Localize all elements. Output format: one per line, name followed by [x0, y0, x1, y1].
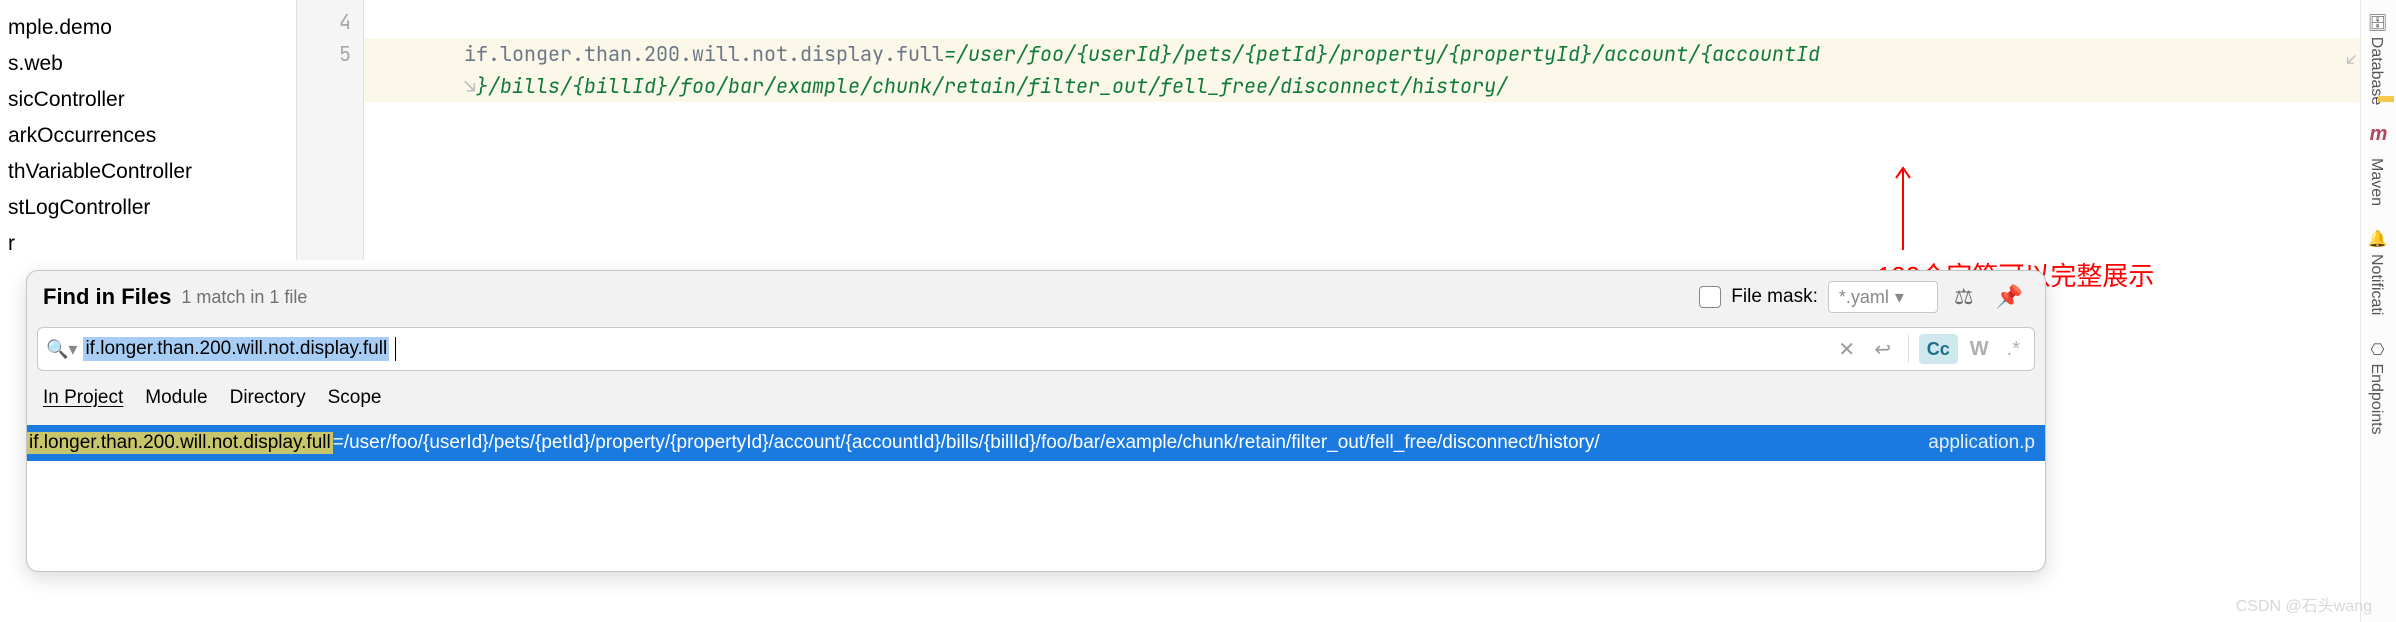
- line-number: 5: [297, 38, 351, 70]
- search-text-selected: if.longer.than.200.will.not.display.full: [83, 337, 389, 361]
- regex-button[interactable]: .*: [2001, 338, 2026, 361]
- editor-area[interactable]: if.longer.than.200.will.not.display.full…: [364, 0, 2360, 260]
- endpoints-tab[interactable]: ⎔ Endpoints: [2361, 328, 2392, 447]
- tree-item[interactable]: r: [8, 226, 290, 262]
- watermark: CSDN @石头wang: [2236, 592, 2372, 616]
- find-in-files-dialog: Find in Files 1 match in 1 file File mas…: [26, 270, 2046, 572]
- maven-tab[interactable]: Maven: [2361, 146, 2391, 218]
- scope-module[interactable]: Module: [145, 387, 207, 411]
- file-mask-combo[interactable]: *.yaml ▾: [1828, 281, 1938, 313]
- scope-tabs: In Project Module Directory Scope: [27, 377, 2045, 425]
- tree-item[interactable]: stLogController: [8, 190, 290, 226]
- whole-words-button[interactable]: W: [1964, 338, 1995, 361]
- scope-in-project[interactable]: In Project: [43, 387, 123, 411]
- database-icon: 🗄: [2368, 12, 2385, 32]
- result-file-name: application.p: [1908, 432, 2035, 454]
- code-line-wrapped[interactable]: ↘}/bills/{billId}/foo/bar/example/chunk/…: [364, 70, 2360, 102]
- endpoints-icon: ⎔: [2368, 340, 2385, 359]
- tree-item[interactable]: s.web: [8, 46, 290, 82]
- pin-icon[interactable]: 📌: [1990, 284, 2029, 310]
- match-case-button[interactable]: Cc: [1919, 334, 1958, 364]
- clear-icon[interactable]: ✕: [1832, 334, 1862, 364]
- tree-item[interactable]: sicController: [8, 82, 290, 118]
- warning-stripe[interactable]: [2378, 96, 2394, 102]
- tree-item[interactable]: mple.demo: [8, 10, 290, 46]
- results-empty-area: [27, 461, 2045, 571]
- code-line[interactable]: if.longer.than.200.will.not.display.full…: [364, 38, 2360, 70]
- project-tree[interactable]: mple.demo s.web sicController arkOccurre…: [0, 0, 290, 262]
- maven-icon: m: [2361, 117, 2396, 146]
- annotation-arrow: [1893, 160, 1913, 262]
- property-key: if.longer.than.200.will.not.display.full: [464, 41, 944, 67]
- scope-directory[interactable]: Directory: [230, 387, 306, 411]
- property-value: /user/foo/{userId}/pets/{petId}/property…: [956, 41, 1820, 67]
- history-icon[interactable]: ↩: [1868, 334, 1898, 364]
- match-count: 1 match in 1 file: [181, 287, 307, 308]
- file-mask-checkbox[interactable]: [1699, 286, 1721, 308]
- filter-icon[interactable]: ⚖: [1948, 284, 1980, 310]
- result-line-text: =/user/foo/{userId}/pets/{petId}/propert…: [333, 432, 1909, 454]
- tree-item[interactable]: thVariableController: [8, 154, 290, 190]
- search-result-row[interactable]: if.longer.than.200.will.not.display.full…: [27, 425, 2045, 461]
- tree-item[interactable]: arkOccurrences: [8, 118, 290, 154]
- line-number: 4: [297, 6, 351, 38]
- equals: =: [944, 41, 956, 67]
- property-value-cont2: /bills/{billId}/foo/bar/example/chunk/re…: [488, 73, 1508, 99]
- notifications-tab[interactable]: 🔔 Notificati: [2361, 218, 2392, 327]
- chevron-down-icon: ▾: [1895, 287, 1904, 308]
- dialog-header: Find in Files 1 match in 1 file File mas…: [27, 271, 2045, 321]
- file-mask-label: File mask:: [1731, 286, 1818, 308]
- file-mask-value: *.yaml: [1839, 287, 1889, 308]
- result-match-highlight: if.longer.than.200.will.not.display.full: [27, 432, 333, 454]
- bell-icon: 🔔: [2368, 230, 2385, 250]
- wrap-continuation-icon: ↘: [464, 73, 476, 99]
- search-icon: 🔍▾: [46, 339, 77, 360]
- dialog-title: Find in Files: [43, 284, 171, 310]
- property-value-cont: }: [476, 73, 488, 99]
- right-toolbar: 🗄 Database m Maven 🔔 Notificati ⎔ Endpoi…: [2360, 0, 2396, 622]
- scope-scope[interactable]: Scope: [328, 387, 382, 411]
- search-input[interactable]: 🔍▾ if.longer.than.200.will.not.display.f…: [37, 327, 2035, 371]
- editor-gutter: 4 5: [296, 0, 364, 260]
